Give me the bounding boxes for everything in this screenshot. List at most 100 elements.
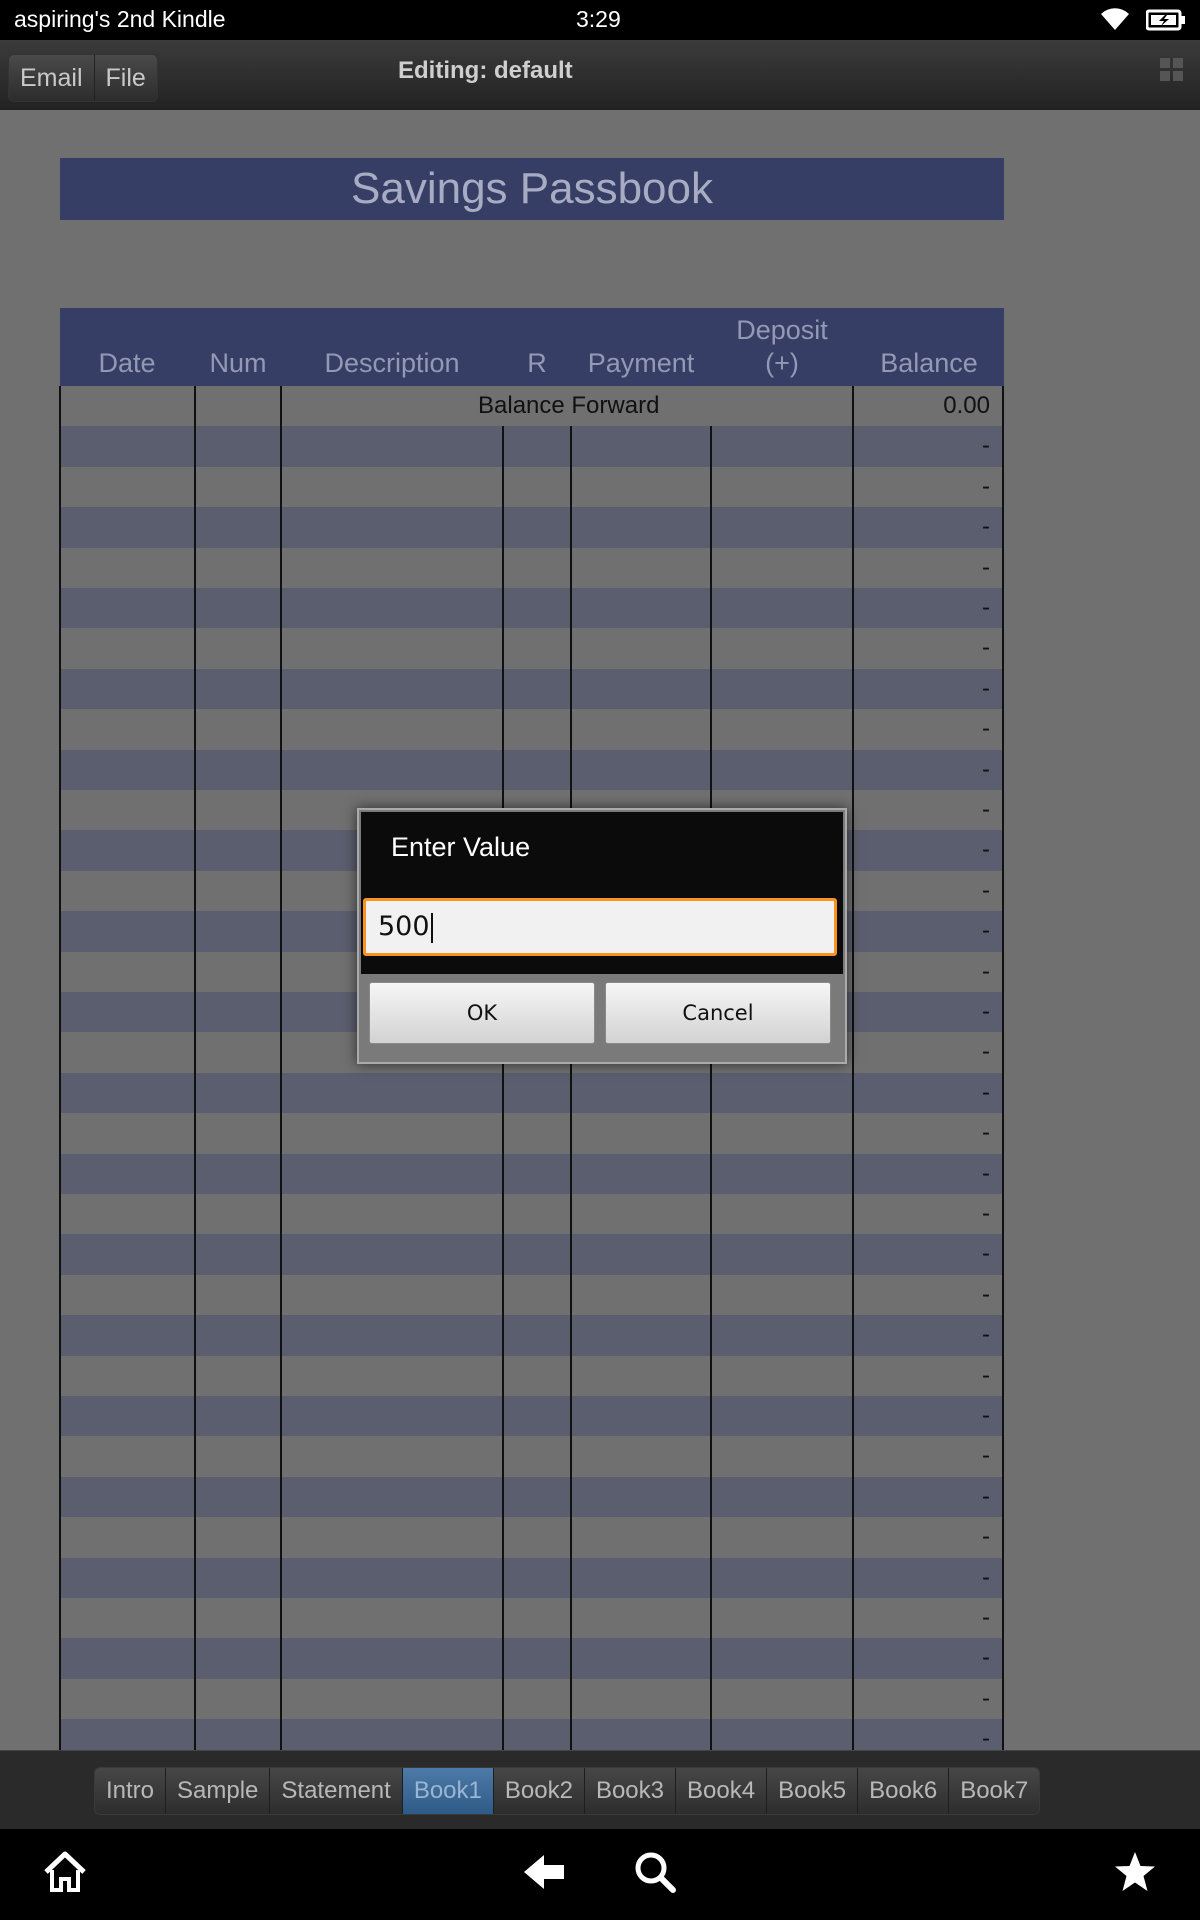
table-row[interactable]: -: [60, 1194, 1004, 1234]
column-header-date[interactable]: Date: [60, 308, 194, 386]
ledger-header: Date Num Description R Payment Deposit (…: [60, 308, 1004, 386]
column-header-payment[interactable]: Payment: [572, 308, 710, 386]
balance-forward-value[interactable]: 0.00: [943, 386, 990, 426]
table-row[interactable]: -: [60, 1153, 1004, 1194]
table-row[interactable]: -: [60, 709, 1004, 749]
file-button[interactable]: File: [94, 55, 157, 101]
tab-book3[interactable]: Book3: [584, 1768, 676, 1814]
balance-cell[interactable]: -: [982, 871, 990, 911]
tab-book4[interactable]: Book4: [676, 1768, 768, 1814]
table-row[interactable]: -: [60, 668, 1004, 710]
balance-cell[interactable]: -: [982, 911, 990, 951]
value-input[interactable]: 500: [363, 898, 837, 956]
back-arrow-icon[interactable]: [522, 1849, 568, 1900]
search-icon[interactable]: [632, 1849, 678, 1900]
column-header-deposit[interactable]: Deposit (+): [712, 308, 852, 386]
ok-button[interactable]: OK: [369, 982, 595, 1044]
table-row[interactable]: -: [60, 1315, 1004, 1356]
table-row[interactable]: -: [60, 1072, 1004, 1114]
balance-cell[interactable]: -: [982, 1356, 990, 1396]
table-row[interactable]: -: [60, 1517, 1004, 1557]
tab-book5[interactable]: Book5: [767, 1768, 859, 1814]
balance-cell[interactable]: -: [982, 588, 990, 628]
home-icon[interactable]: [42, 1849, 88, 1900]
cancel-button[interactable]: Cancel: [605, 982, 831, 1044]
balance-cell[interactable]: -: [982, 1436, 990, 1476]
balance-cell[interactable]: -: [982, 1558, 990, 1598]
balance-cell[interactable]: -: [982, 1679, 990, 1719]
device-name: aspiring's 2nd Kindle: [14, 6, 226, 32]
battery-charging-icon: [1145, 8, 1186, 37]
table-row[interactable]: -: [60, 548, 1004, 588]
balance-cell[interactable]: -: [982, 426, 990, 466]
tab-book7[interactable]: Book7: [949, 1768, 1040, 1814]
table-row[interactable]: -: [60, 1476, 1004, 1518]
wifi-icon: [1098, 6, 1132, 37]
balance-cell[interactable]: -: [982, 1598, 990, 1638]
table-row[interactable]: -: [60, 1679, 1004, 1719]
balance-cell[interactable]: -: [982, 669, 990, 709]
balance-forward-label: Balance Forward: [478, 392, 660, 419]
balance-cell[interactable]: -: [982, 1032, 990, 1072]
balance-cell[interactable]: -: [982, 1477, 990, 1517]
column-header-balance[interactable]: Balance: [854, 308, 1004, 386]
table-row[interactable]: -: [60, 1436, 1004, 1476]
column-divider: [280, 386, 282, 1750]
balance-cell[interactable]: -: [982, 709, 990, 749]
balance-cell[interactable]: -: [982, 1113, 990, 1153]
balance-cell[interactable]: -: [982, 830, 990, 870]
table-row[interactable]: -: [60, 1234, 1004, 1275]
balance-cell[interactable]: -: [982, 1275, 990, 1315]
tab-book6[interactable]: Book6: [858, 1768, 950, 1814]
table-row[interactable]: -: [60, 1396, 1004, 1437]
balance-cell[interactable]: -: [982, 1396, 990, 1436]
dialog-title: Enter Value: [391, 832, 531, 862]
balance-cell[interactable]: -: [982, 1638, 990, 1678]
grid-icon[interactable]: [1160, 58, 1184, 87]
table-row[interactable]: -: [60, 507, 1004, 548]
balance-cell[interactable]: -: [982, 628, 990, 668]
table-row[interactable]: -: [60, 749, 1004, 790]
balance-cell[interactable]: -: [982, 992, 990, 1032]
balance-cell[interactable]: -: [982, 1194, 990, 1234]
table-row[interactable]: -: [60, 426, 1004, 467]
table-row[interactable]: -: [60, 1638, 1004, 1679]
tab-statement[interactable]: Statement: [270, 1768, 403, 1814]
table-row[interactable]: -: [60, 628, 1004, 668]
enter-value-dialog: Enter Value 500 OK Cancel: [357, 808, 847, 1064]
balance-cell[interactable]: -: [982, 548, 990, 588]
balance-cell[interactable]: -: [982, 1154, 990, 1194]
column-header-r[interactable]: R: [504, 308, 570, 386]
email-button[interactable]: Email: [9, 55, 95, 101]
balance-cell[interactable]: -: [982, 952, 990, 992]
column-header-description[interactable]: Description: [282, 308, 502, 386]
balance-cell[interactable]: -: [982, 507, 990, 547]
table-row[interactable]: -: [60, 467, 1004, 507]
balance-cell[interactable]: -: [982, 1517, 990, 1557]
balance-cell[interactable]: -: [982, 790, 990, 830]
sheet-tabs: Intro Sample Statement Book1 Book2 Book3 Book4…: [94, 1767, 1041, 1815]
table-row[interactable]: -: [60, 1356, 1004, 1396]
table-row[interactable]: -: [60, 1557, 1004, 1598]
table-row[interactable]: -: [60, 1113, 1004, 1153]
star-icon[interactable]: [1112, 1849, 1158, 1900]
table-row[interactable]: -: [60, 1275, 1004, 1315]
tab-intro[interactable]: Intro: [95, 1768, 167, 1814]
sheet-tabs-bar: Intro Sample Statement Book1 Book2 Book3 Book4…: [0, 1750, 1200, 1829]
balance-cell[interactable]: -: [982, 1073, 990, 1113]
tab-book2[interactable]: Book2: [493, 1768, 585, 1814]
table-row[interactable]: -: [60, 588, 1004, 629]
tab-sample[interactable]: Sample: [166, 1768, 271, 1814]
balance-cell[interactable]: -: [982, 1315, 990, 1355]
table-row[interactable]: -: [60, 1598, 1004, 1638]
tab-book1[interactable]: Book1: [402, 1768, 494, 1814]
balance-cell[interactable]: -: [982, 467, 990, 507]
balance-cell[interactable]: -: [982, 1234, 990, 1274]
column-divider: [59, 386, 61, 1750]
table-row[interactable]: -: [60, 1719, 1004, 1750]
balance-cell[interactable]: -: [982, 1719, 990, 1750]
table-row[interactable]: Balance Forward 0.00: [60, 386, 1004, 426]
action-button-group: Email File: [8, 54, 158, 102]
balance-cell[interactable]: -: [982, 750, 990, 790]
column-header-num[interactable]: Num: [196, 308, 280, 386]
